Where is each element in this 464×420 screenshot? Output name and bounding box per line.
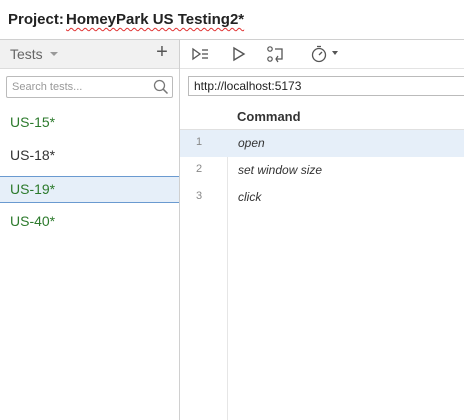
- command-row[interactable]: 2 set window size: [180, 157, 464, 184]
- search-icon: [153, 79, 169, 95]
- chevron-down-icon[interactable]: [50, 52, 58, 56]
- test-item-us-19[interactable]: US-19*: [0, 176, 179, 203]
- command-header-label: Command: [237, 109, 301, 124]
- command-cell: set window size: [238, 163, 323, 177]
- row-number: 3: [195, 190, 203, 202]
- base-url-field[interactable]: http://localhost:5173: [188, 76, 464, 96]
- step-over-icon[interactable]: [266, 44, 286, 64]
- add-test-button[interactable]: +: [154, 42, 170, 62]
- tests-panel: Tests + US-15* US-18* US-19* US-40*: [0, 40, 180, 420]
- speed-icon[interactable]: [310, 44, 328, 64]
- row-number: 1: [195, 136, 203, 148]
- project-name[interactable]: HomeyPark US Testing2*: [66, 11, 244, 28]
- command-row[interactable]: 1 open: [180, 130, 464, 157]
- test-item-us-15[interactable]: US-15*: [0, 109, 179, 136]
- run-test-icon[interactable]: [230, 44, 248, 64]
- search-tests-input[interactable]: [7, 77, 152, 97]
- command-row[interactable]: 3 click: [180, 184, 464, 211]
- search-box: [6, 76, 173, 98]
- tests-dropdown-label[interactable]: Tests: [10, 46, 43, 62]
- tests-panel-header: Tests +: [0, 40, 179, 69]
- test-item-us-18[interactable]: US-18*: [0, 142, 179, 169]
- run-all-tests-icon[interactable]: [190, 44, 210, 64]
- project-label: Project:: [8, 11, 64, 28]
- command-cell: click: [238, 190, 262, 204]
- row-number: 2: [195, 163, 203, 175]
- chevron-down-icon[interactable]: [332, 51, 338, 55]
- command-column-header: Command: [180, 104, 464, 130]
- command-cell: open: [238, 136, 265, 150]
- toolbar: [180, 40, 464, 69]
- test-item-us-40[interactable]: US-40*: [0, 208, 179, 235]
- title-bar: Project: HomeyPark US Testing2*: [0, 0, 464, 40]
